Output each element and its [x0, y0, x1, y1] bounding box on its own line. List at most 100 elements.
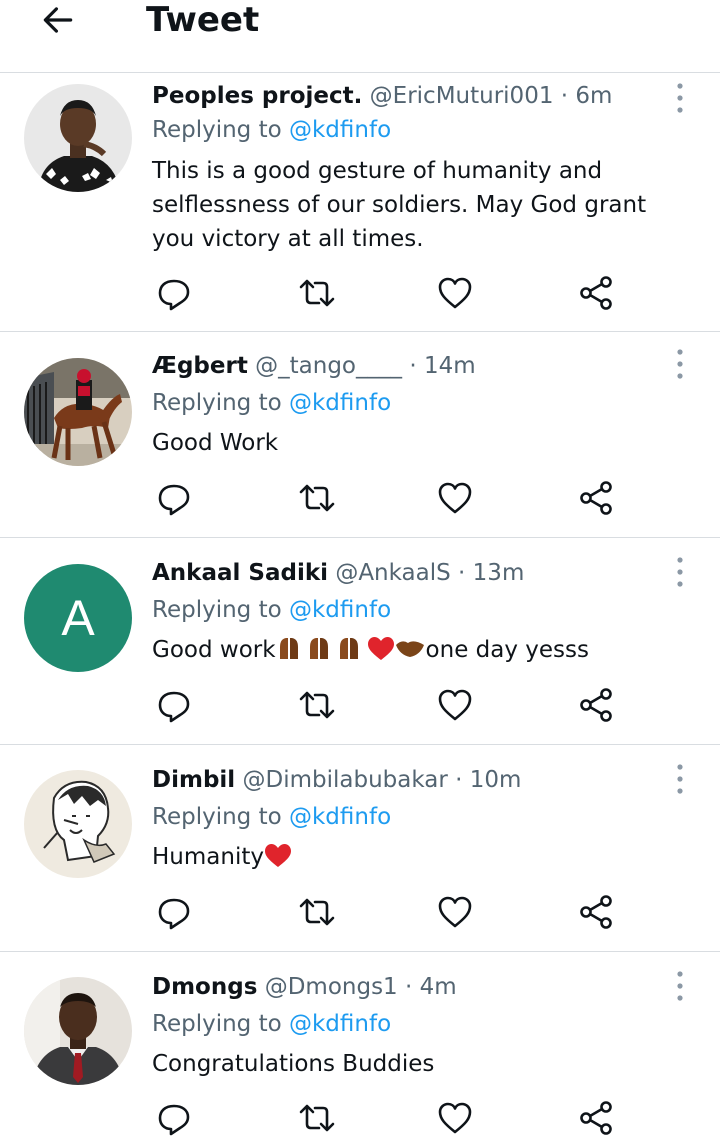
retweet-button[interactable] — [297, 478, 337, 518]
like-button[interactable] — [435, 892, 475, 932]
more-options-button[interactable] — [670, 346, 690, 382]
retweet-button[interactable] — [297, 892, 337, 932]
separator-dot: · — [455, 767, 463, 793]
separator-dot: · — [560, 83, 569, 109]
red-heart-icon — [264, 844, 291, 867]
tweet-meta: Ankaal Sadiki @AnkaalS · 13m — [152, 558, 524, 588]
avatar[interactable] — [24, 770, 132, 878]
like-button[interactable] — [435, 1098, 475, 1138]
separator-dot: · — [458, 560, 466, 586]
avatar[interactable] — [24, 84, 132, 192]
reply-icon — [158, 691, 190, 723]
user-handle[interactable]: @AnkaalS — [335, 560, 450, 586]
share-button[interactable] — [576, 478, 616, 518]
share-icon — [580, 688, 612, 722]
timestamp[interactable]: 6m — [575, 83, 612, 109]
heart-icon — [438, 896, 472, 928]
timestamp[interactable]: 10m — [470, 767, 522, 793]
replying-to-handle[interactable]: @kdfinfo — [289, 1011, 391, 1037]
more-options-button[interactable] — [670, 761, 690, 797]
replying-to-line: Replying to @kdfinfo — [152, 115, 391, 145]
timestamp[interactable]: 4m — [420, 974, 457, 1000]
tweet-reply[interactable]: A Ankaal Sadiki @AnkaalS · 13m Replying … — [0, 538, 720, 745]
tweet-text: This is a good gesture of humanity and s… — [152, 158, 647, 252]
folded-hands-icon — [309, 638, 328, 659]
replying-to-label: Replying to — [152, 804, 282, 830]
share-button[interactable] — [576, 1098, 616, 1138]
share-icon — [580, 481, 612, 515]
top-bar: Tweet — [0, 0, 720, 73]
heart-icon — [438, 277, 472, 309]
timestamp[interactable]: 13m — [473, 560, 525, 586]
reply-icon — [158, 484, 190, 516]
more-options-button[interactable] — [670, 80, 690, 116]
replying-to-handle[interactable]: @kdfinfo — [289, 804, 391, 830]
reply-button[interactable] — [154, 892, 194, 932]
tweet-text: Congratulations Buddies — [152, 1051, 435, 1077]
user-handle[interactable]: @Dimbilabubakar — [243, 767, 448, 793]
replying-to-line: Replying to @kdfinfo — [152, 1009, 391, 1039]
display-name[interactable]: Ægbert — [152, 353, 248, 379]
replying-to-handle[interactable]: @kdfinfo — [289, 117, 391, 143]
like-button[interactable] — [435, 273, 475, 313]
reply-button[interactable] — [154, 273, 194, 313]
replying-to-handle[interactable]: @kdfinfo — [289, 597, 391, 623]
like-button[interactable] — [435, 685, 475, 725]
tweet-reply[interactable]: Ægbert @_tango____ · 14m Replying to @kd… — [0, 332, 720, 538]
share-button[interactable] — [576, 685, 616, 725]
reply-icon — [158, 279, 190, 311]
more-vertical-icon — [677, 971, 683, 1001]
avatar[interactable] — [24, 977, 132, 1085]
like-button[interactable] — [435, 478, 475, 518]
replying-to-label: Replying to — [152, 390, 282, 416]
user-handle[interactable]: @EricMuturi001 — [370, 83, 554, 109]
retweet-icon — [299, 898, 335, 926]
retweet-icon — [299, 1104, 335, 1132]
separator-dot: · — [405, 974, 413, 1000]
replying-to-handle[interactable]: @kdfinfo — [289, 390, 391, 416]
retweet-button[interactable] — [297, 685, 337, 725]
back-button[interactable] — [38, 0, 78, 40]
more-options-button[interactable] — [670, 968, 690, 1004]
tweet-text: Good work one day yesss — [152, 633, 692, 667]
folded-hands-emoji — [279, 637, 424, 660]
user-handle[interactable]: @Dmongs1 — [265, 974, 398, 1000]
tweet-meta: Dimbil @Dimbilabubakar · 10m — [152, 765, 521, 795]
replying-to-label: Replying to — [152, 117, 282, 143]
replying-to-line: Replying to @kdfinfo — [152, 802, 391, 832]
share-icon — [580, 1101, 612, 1135]
display-name[interactable]: Dimbil — [152, 767, 235, 793]
retweet-button[interactable] — [297, 1098, 337, 1138]
reply-button[interactable] — [154, 478, 194, 518]
share-button[interactable] — [576, 892, 616, 932]
tweet-reply[interactable]: Peoples project. @EricMuturi001 · 6m Rep… — [0, 72, 720, 332]
tweet-reply[interactable]: Dmongs @Dmongs1 · 4m Replying to @kdfinf… — [0, 952, 720, 1140]
tweet-text-start: Good work — [152, 637, 276, 663]
tweet-meta: Dmongs @Dmongs1 · 4m — [152, 972, 457, 1002]
more-options-button[interactable] — [670, 554, 690, 590]
red-heart-icon — [367, 637, 394, 660]
display-name[interactable]: Dmongs — [152, 974, 257, 1000]
replying-to-line: Replying to @kdfinfo — [152, 595, 391, 625]
page-title: Tweet — [146, 0, 260, 40]
tweet-meta: Ægbert @_tango____ · 14m — [152, 351, 476, 381]
more-vertical-icon — [677, 349, 683, 379]
display-name[interactable]: Ankaal Sadiki — [152, 560, 328, 586]
reply-icon — [158, 1104, 190, 1136]
avatar-initial: A — [24, 564, 132, 672]
avatar[interactable] — [24, 358, 132, 466]
retweet-button[interactable] — [297, 273, 337, 313]
tweet-reply[interactable]: Dimbil @Dimbilabubakar · 10m Replying to… — [0, 745, 720, 952]
display-name[interactable]: Peoples project. — [152, 83, 362, 109]
heart-icon — [438, 1102, 472, 1134]
share-button[interactable] — [576, 273, 616, 313]
user-handle[interactable]: @_tango____ — [255, 353, 402, 379]
timestamp[interactable]: 14m — [424, 353, 476, 379]
replying-to-label: Replying to — [152, 1011, 282, 1037]
reply-button[interactable] — [154, 685, 194, 725]
heart-icon — [438, 482, 472, 514]
more-vertical-icon — [677, 557, 683, 587]
tweet-text: Good Work — [152, 430, 279, 456]
reply-button[interactable] — [154, 1098, 194, 1138]
avatar[interactable]: A — [24, 564, 132, 672]
